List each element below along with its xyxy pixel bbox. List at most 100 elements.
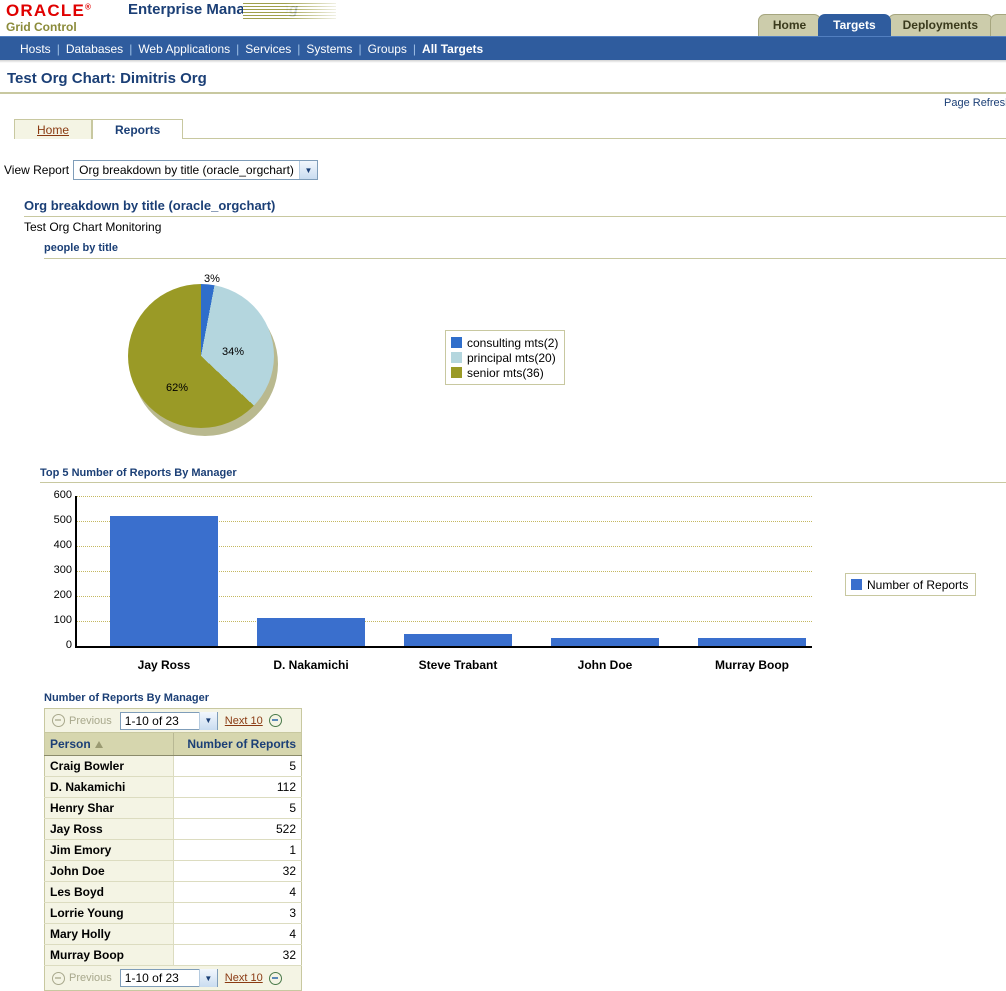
nav-item-hosts[interactable]: Hosts [14,42,57,56]
next-link[interactable]: Next 10 [222,972,266,984]
page-range-select[interactable]: 1-10 of 23 ▼ [120,712,218,730]
reports-table-container: Previous 1-10 of 23 ▼ Next 10 Person Num… [44,708,302,991]
nav-item-groups[interactable]: Groups [362,42,413,56]
x-axis-label: Steve Trabant [404,658,512,672]
decorative-stripes [243,3,336,19]
x-axis-label: D. Nakamichi [257,658,365,672]
chevron-down-icon[interactable]: ▼ [299,161,317,179]
bar-d-nakamichi[interactable] [257,618,365,646]
cell-reports: 3 [173,903,302,924]
next-arrow-icon[interactable] [269,714,282,727]
nav-item-systems[interactable]: Systems [300,42,358,56]
legend-swatch-icon [451,337,462,348]
page-range-select[interactable]: 1-10 of 23 ▼ [120,969,218,987]
legend-label: consulting mts(2) [467,336,558,350]
pie-chart-slices[interactable] [128,284,274,428]
bar-chart-plot-area: 0 100 200 300 400 500 600 Jay Ross D. Na… [75,496,812,648]
cell-reports: 5 [173,756,302,777]
column-header-reports[interactable]: Number of Reports [173,733,302,756]
pie-label-senior: 62% [166,382,188,394]
global-tab-home[interactable]: Home [758,14,821,36]
cell-reports: 4 [173,882,302,903]
page-refresh-label: Page Refresh [944,97,1006,109]
pie-chart-legend: consulting mts(2) principal mts(20) seni… [445,330,565,385]
cell-person: John Doe [45,861,174,882]
nav-item-all-targets[interactable]: All Targets [416,42,489,56]
next-arrow-icon[interactable] [269,972,282,985]
cell-reports: 112 [173,777,302,798]
bar-section-divider [40,482,1006,483]
sub-tab-reports[interactable]: Reports [92,119,183,139]
reports-table: Person Number of Reports Craig Bowler 5 … [44,733,302,966]
sub-tab-filler [183,119,1006,139]
cell-person: D. Nakamichi [45,777,174,798]
global-tab-bar: Home Targets Deployments [758,14,1006,36]
y-axis-tick: 100 [40,614,72,626]
legend-item[interactable]: Number of Reports [851,577,968,592]
cell-person: Jay Ross [45,819,174,840]
bar-jay-ross[interactable] [110,516,218,647]
x-axis-label: John Doe [551,658,659,672]
table-row: D. Nakamichi 112 [45,777,302,798]
global-tab-deployments[interactable]: Deployments [888,14,993,36]
sub-tab-home[interactable]: Home [14,119,92,139]
legend-swatch-icon [851,579,862,590]
y-axis-tick: 400 [40,539,72,551]
sub-tab-home-link[interactable]: Home [37,123,69,137]
y-axis-tick: 200 [40,589,72,601]
table-section-title: Number of Reports By Manager [44,692,209,704]
view-report-selected-value: Org breakdown by title (oracle_orgchart) [74,163,299,177]
cell-reports: 32 [173,861,302,882]
bar-murray-boop[interactable] [698,638,806,646]
cell-person: Jim Emory [45,840,174,861]
legend-item[interactable]: senior mts(36) [451,365,558,380]
view-report-row: View Report Org breakdown by title (orac… [4,160,318,180]
cell-person: Mary Holly [45,924,174,945]
pagination-top: Previous 1-10 of 23 ▼ Next 10 [44,708,302,733]
report-title-divider [24,216,1006,217]
chevron-down-icon[interactable]: ▼ [199,969,217,987]
pagination-bottom: Previous 1-10 of 23 ▼ Next 10 [44,966,302,991]
table-row: Craig Bowler 5 [45,756,302,777]
pie-section-title: people by title [44,242,118,254]
title-divider [0,92,1006,94]
bar-steve-trabant[interactable] [404,634,512,647]
bar-john-doe[interactable] [551,638,659,646]
next-link[interactable]: Next 10 [222,715,266,727]
previous-label: Previous [69,715,112,727]
view-report-select[interactable]: Org breakdown by title (oracle_orgchart)… [73,160,318,180]
global-tab-targets[interactable]: Targets [818,14,890,36]
bar-chart: 0 100 200 300 400 500 600 Jay Ross D. Na… [40,488,830,666]
column-header-person-label: Person [50,737,91,751]
chevron-down-icon[interactable]: ▼ [199,712,217,730]
legend-item[interactable]: consulting mts(2) [451,335,558,350]
table-row: Lorrie Young 3 [45,903,302,924]
table-header-row: Person Number of Reports [45,733,302,756]
y-axis-tick: 600 [40,489,72,501]
cell-reports: 5 [173,798,302,819]
page-range-value: 1-10 of 23 [121,714,199,728]
previous-label: Previous [69,972,112,984]
column-header-person[interactable]: Person [45,733,174,756]
legend-item[interactable]: principal mts(20) [451,350,558,365]
table-row: Jim Emory 1 [45,840,302,861]
pie-section-divider [44,258,1006,259]
cell-person: Les Boyd [45,882,174,903]
cell-reports: 522 [173,819,302,840]
sort-ascending-icon[interactable] [95,741,103,748]
y-axis-tick: 300 [40,564,72,576]
global-tab-clipped[interactable] [990,14,1006,36]
nav-bar-shadow [0,60,1006,63]
bar-chart-legend: Number of Reports [845,573,976,596]
cell-reports: 1 [173,840,302,861]
bar-section-title: Top 5 Number of Reports By Manager [40,467,237,479]
legend-label: senior mts(36) [467,366,544,380]
nav-item-web-applications[interactable]: Web Applications [132,42,236,56]
cell-person: Murray Boop [45,945,174,966]
nav-item-databases[interactable]: Databases [60,42,129,56]
cell-person: Lorrie Young [45,903,174,924]
x-axis-label: Jay Ross [110,658,218,672]
nav-item-services[interactable]: Services [239,42,297,56]
report-subtitle: Test Org Chart Monitoring [24,220,161,234]
legend-swatch-icon [451,352,462,363]
